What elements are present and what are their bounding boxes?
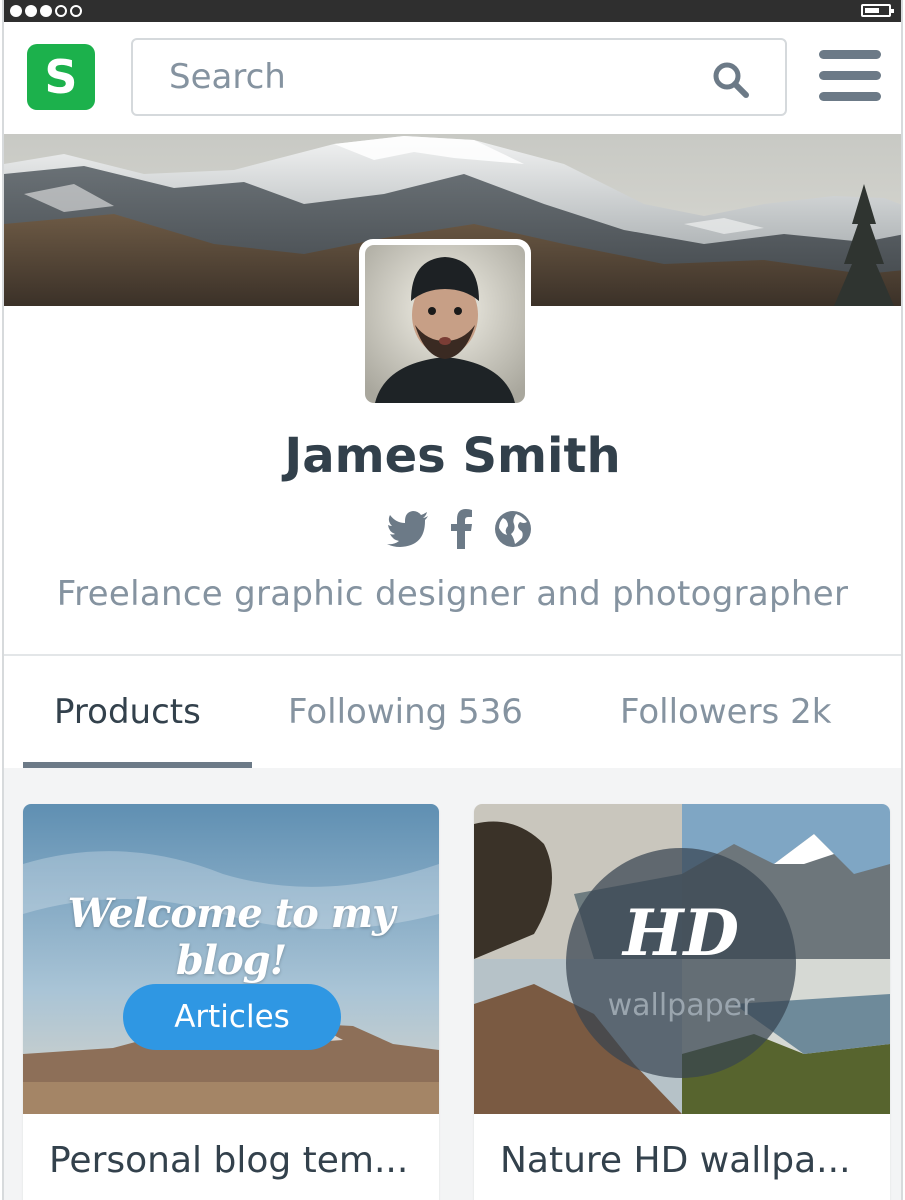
avatar[interactable] [359, 239, 531, 409]
profile-tabs: Products Following 536 Followers 2k [4, 656, 901, 768]
globe-icon[interactable] [494, 510, 532, 548]
profile-name: James Smith [284, 428, 621, 484]
product-title[interactable]: Personal blog tem... [49, 1140, 419, 1181]
hamburger-menu-icon[interactable] [819, 50, 881, 102]
search-input[interactable] [133, 46, 711, 108]
hd-badge-heading: HD [623, 896, 739, 971]
signal-dot [70, 5, 82, 17]
app-frame: S Search James Smith Freelance graphic d… [2, 0, 903, 1200]
tab-products[interactable]: Products [54, 692, 201, 732]
battery-icon [861, 4, 894, 17]
search-icon[interactable] [711, 60, 751, 100]
product-thumbnail[interactable]: HD wallpaper [474, 804, 890, 1114]
signal-dot [55, 5, 67, 17]
app-logo[interactable]: S [27, 44, 95, 110]
product-thumbnail[interactable]: Welcome to my blog! Articles [23, 804, 439, 1114]
signal-dot [10, 5, 22, 17]
tab-following[interactable]: Following 536 [288, 692, 523, 732]
hd-badge-subtitle: wallpaper [607, 988, 755, 1023]
signal-dot [40, 5, 52, 17]
product-card[interactable]: Welcome to my blog! Articles Personal bl… [23, 804, 439, 1200]
product-card[interactable]: HD wallpaper Nature HD wallpa... [474, 804, 890, 1200]
top-bar: S [4, 22, 901, 134]
hd-badge: HD wallpaper [566, 848, 796, 1078]
status-bar [4, 0, 901, 22]
search-box[interactable] [131, 38, 787, 116]
signal-strength-icon [10, 5, 82, 17]
signal-dot [25, 5, 37, 17]
profile-bio: Freelance graphic designer and photograp… [56, 574, 849, 614]
twitter-icon[interactable] [387, 511, 429, 547]
tab-followers[interactable]: Followers 2k [620, 692, 831, 732]
social-links [387, 506, 532, 552]
product-title[interactable]: Nature HD wallpa... [500, 1140, 870, 1181]
facebook-icon[interactable] [450, 509, 473, 549]
logo-letter: S [44, 50, 78, 104]
products-grid: Welcome to my blog! Articles Personal bl… [4, 768, 901, 1200]
articles-button[interactable]: Articles [123, 984, 341, 1050]
blog-overlay-heading: Welcome to my blog! [67, 890, 396, 984]
